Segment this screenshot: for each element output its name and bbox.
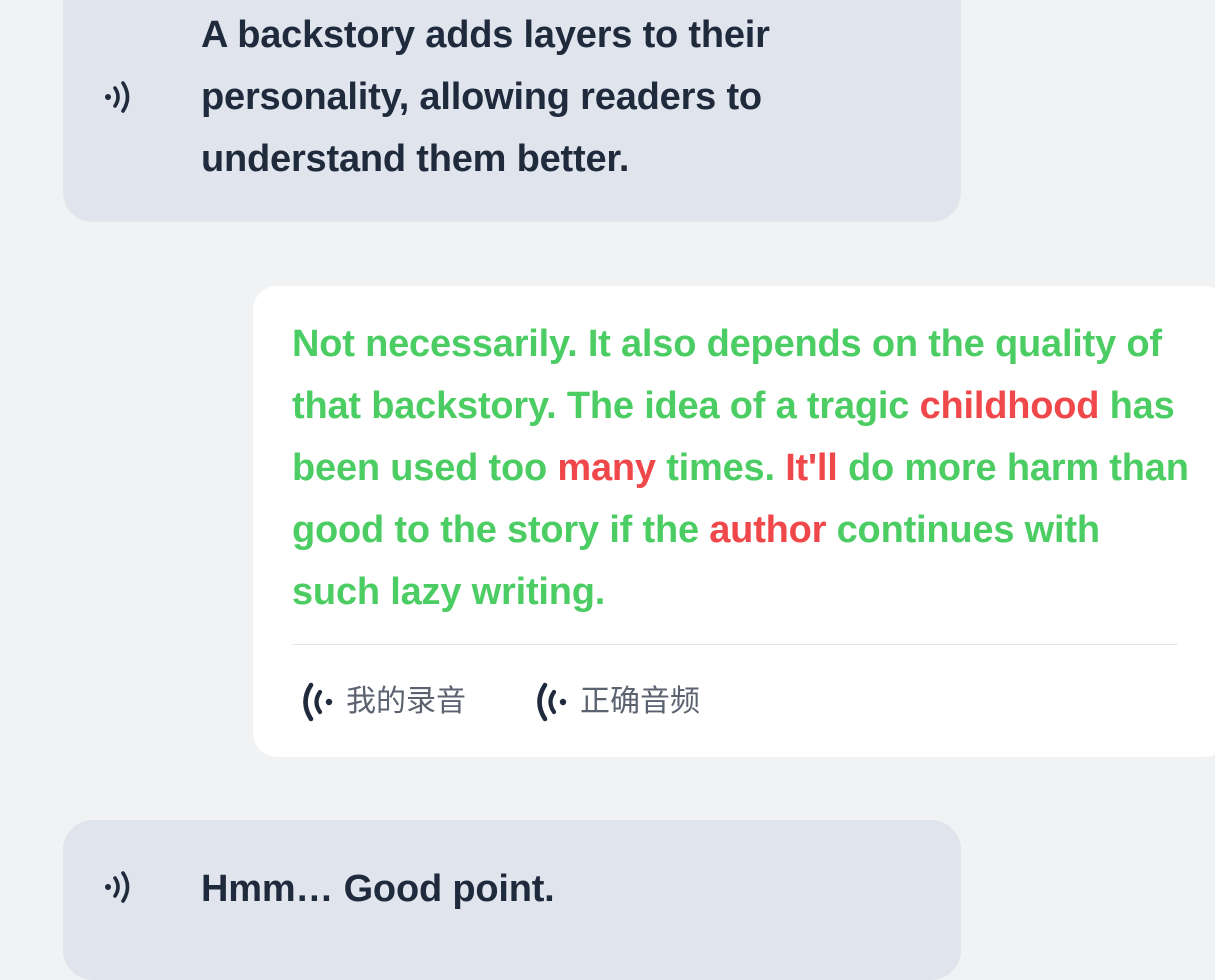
user-answer-text: Not necessarily. It also depends on the … <box>292 313 1192 623</box>
answer-word-incorrect: many <box>557 447 656 489</box>
message-line: understand them better. <box>201 138 630 180</box>
answer-word-correct: lazy <box>390 571 462 613</box>
answer-word-correct: more <box>904 447 997 489</box>
my-recording-button[interactable]: 我的录音 <box>300 677 466 727</box>
answer-word-incorrect: childhood <box>919 385 1100 427</box>
message-line: A backstory adds layers to their <box>201 14 770 56</box>
answer-word-correct: story <box>507 509 599 551</box>
answer-word-correct: necessarily. <box>365 323 578 365</box>
answer-word-correct: harm <box>1006 447 1099 489</box>
my-recording-label: 我的录音 <box>346 684 466 719</box>
answer-word-correct: do <box>847 447 894 489</box>
partner-message-text: Hmm… Good point. <box>201 858 921 920</box>
answer-word-correct: a <box>775 385 797 427</box>
answer-word-correct: quality <box>994 323 1117 365</box>
answer-word-correct: good <box>292 509 385 551</box>
answer-word-correct: been <box>292 447 380 489</box>
audio-wave-icon <box>537 682 567 722</box>
answer-word-correct: such <box>292 571 380 613</box>
audio-wave-icon <box>303 682 333 722</box>
answer-word-correct: has <box>1109 385 1175 427</box>
answer-word-correct: backstory. <box>371 385 557 427</box>
answer-word-correct: used <box>390 447 479 489</box>
answer-word-correct: on <box>871 323 918 365</box>
answer-word-correct: the <box>440 509 497 551</box>
answer-word-correct: of <box>729 385 766 427</box>
answer-word-correct: to <box>394 509 430 551</box>
partner-message-text: A backstory adds layers to their persona… <box>201 4 921 190</box>
message-line: personality, allowing readers to <box>201 76 762 118</box>
answer-word-correct: times. <box>666 447 775 489</box>
answer-word-correct: Not <box>292 323 355 365</box>
answer-word-correct: the <box>642 509 699 551</box>
divider <box>292 644 1178 645</box>
answer-word-correct: continues <box>836 509 1015 551</box>
answer-word-correct: writing. <box>471 571 606 613</box>
speaker-icon[interactable] <box>100 866 140 906</box>
correct-audio-label: 正确音频 <box>580 684 700 719</box>
answer-word-incorrect: author <box>709 509 827 551</box>
speaker-icon[interactable] <box>100 76 140 116</box>
answer-word-correct: of <box>1126 323 1162 365</box>
answer-word-correct: with <box>1024 509 1100 551</box>
answer-word-incorrect: It'll <box>785 447 838 489</box>
answer-word-correct: The <box>566 385 634 427</box>
answer-word-correct: if <box>609 509 633 551</box>
answer-word-correct: also <box>621 323 697 365</box>
answer-word-correct: It <box>587 323 611 365</box>
answer-word-correct: depends <box>706 323 862 365</box>
correct-audio-button[interactable]: 正确音频 <box>534 677 700 727</box>
answer-word-correct: tragic <box>806 385 910 427</box>
answer-word-correct: than <box>1109 447 1189 489</box>
answer-word-correct: idea <box>644 385 720 427</box>
answer-word-correct: too <box>488 447 548 489</box>
answer-word-correct: the <box>928 323 985 365</box>
answer-word-correct: that <box>292 385 361 427</box>
message-line: Hmm… Good point. <box>201 868 555 910</box>
